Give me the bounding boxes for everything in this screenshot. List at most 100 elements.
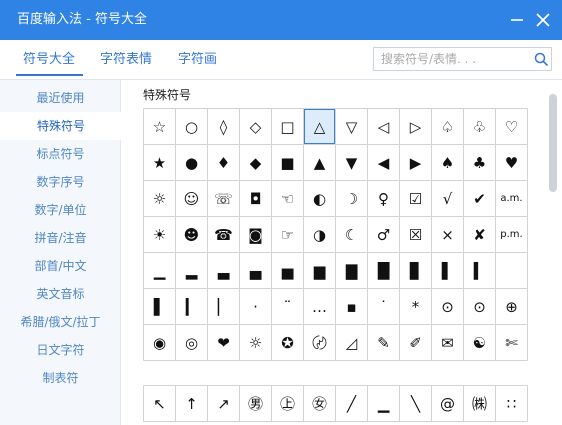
symbol-cell[interactable]: × (432, 217, 463, 252)
tab-ascii-art[interactable]: 字符画 (178, 51, 217, 69)
symbol-cell[interactable] (496, 253, 527, 288)
symbol-cell[interactable]: ◎ (176, 325, 207, 360)
symbol-cell[interactable]: △ (304, 109, 335, 144)
symbol-cell[interactable]: ■ (272, 145, 303, 180)
symbol-cell[interactable]: · (240, 289, 271, 324)
symbol-cell[interactable]: ↗ (208, 386, 239, 421)
search-icon[interactable] (534, 52, 549, 67)
symbol-cell[interactable]: ▲ (304, 145, 335, 180)
symbol-cell[interactable]: ⊙ (432, 289, 463, 324)
symbol-cell[interactable]: √ (432, 181, 463, 216)
scrollbar-thumb[interactable] (549, 94, 557, 192)
symbol-cell[interactable]: ▃ (208, 253, 239, 288)
symbol-cell[interactable]: … (304, 289, 335, 324)
tab-symbols[interactable]: 符号大全 (23, 51, 75, 69)
symbol-cell[interactable]: ◙ (240, 217, 271, 252)
symbol-cell[interactable]: ▷ (400, 109, 431, 144)
symbol-cell[interactable]: ▌ (432, 253, 463, 288)
symbol-cell[interactable]: ♤ (432, 109, 463, 144)
symbol-cell[interactable]: ˙ (368, 289, 399, 324)
symbol-cell[interactable]: ◁ (368, 109, 399, 144)
sidebar-item-greek[interactable]: 希腊/俄文/拉丁 (0, 308, 121, 336)
symbol-cell[interactable]: ◆ (240, 145, 271, 180)
symbol-cell[interactable]: ♠ (432, 145, 463, 180)
symbol-cell[interactable]: ▽ (336, 109, 367, 144)
symbol-cell[interactable]: ▼ (336, 145, 367, 180)
symbol-cell[interactable]: ☺ (176, 181, 207, 216)
symbol-cell[interactable]: ✄ (496, 325, 527, 360)
symbol-cell[interactable]: ㊚ (240, 386, 271, 421)
symbol-cell[interactable]: ㊛ (304, 386, 335, 421)
symbol-cell[interactable]: ☎ (208, 217, 239, 252)
symbol-cell[interactable]: ㈱ (464, 386, 495, 421)
sidebar-item-japanese[interactable]: 日文字符 (0, 336, 121, 364)
symbol-cell[interactable]: ♀ (368, 181, 399, 216)
symbol-cell[interactable]: ↑ (176, 386, 207, 421)
symbol-cell[interactable]: ☆ (144, 109, 175, 144)
symbol-cell[interactable]: ◀ (368, 145, 399, 180)
symbol-cell[interactable]: ▇ (336, 253, 367, 288)
symbol-cell[interactable]: ✪ (272, 325, 303, 360)
symbol-cell[interactable]: ▍ (464, 253, 495, 288)
symbol-cell[interactable]: ✎ (368, 325, 399, 360)
symbol-cell[interactable]: @ (432, 386, 463, 421)
symbol-cell[interactable]: ☑ (400, 181, 431, 216)
symbol-cell[interactable]: ☜ (272, 181, 303, 216)
symbol-cell[interactable]: ▆ (304, 253, 335, 288)
symbol-cell[interactable]: ▪ (336, 289, 367, 324)
symbol-cell[interactable]: ✘ (464, 217, 495, 252)
symbol-cell[interactable]: ▅ (272, 253, 303, 288)
symbol-cell[interactable]: ▶ (400, 145, 431, 180)
symbol-cell[interactable]: 〄 (304, 325, 335, 360)
symbol-cell[interactable]: ▊ (400, 253, 431, 288)
symbol-cell[interactable]: ✔ (464, 181, 495, 216)
sidebar-item-units[interactable]: 数字/单位 (0, 196, 121, 224)
symbol-cell[interactable]: ◿ (336, 325, 367, 360)
symbol-cell[interactable]: ▎ (176, 289, 207, 324)
symbol-cell[interactable]: ♂ (368, 217, 399, 252)
sidebar-item-phonetic[interactable]: 英文音标 (0, 280, 121, 308)
symbol-cell[interactable]: * (400, 289, 431, 324)
symbol-cell[interactable]: ♥ (496, 145, 527, 180)
symbol-cell[interactable]: ♦ (208, 145, 239, 180)
sidebar-item-pinyin[interactable]: 拼音/注音 (0, 224, 121, 252)
symbol-cell[interactable]: ▂ (176, 253, 207, 288)
symbol-cell[interactable]: a.m. (496, 181, 527, 216)
symbol-cell[interactable]: ▄ (240, 253, 271, 288)
symbol-cell[interactable]: ⊙ (464, 289, 495, 324)
symbol-cell[interactable]: ♣ (464, 145, 495, 180)
search-input[interactable] (381, 51, 531, 67)
symbol-cell[interactable]: ☀ (144, 217, 175, 252)
symbol-cell[interactable]: ◉ (144, 325, 175, 360)
symbol-cell[interactable]: ★ (144, 145, 175, 180)
symbol-cell[interactable]: ▌ (144, 289, 175, 324)
symbol-cell[interactable]: ❤ (208, 325, 239, 360)
symbol-cell[interactable]: ☻ (176, 217, 207, 252)
symbol-cell[interactable]: ⊕ (496, 289, 527, 324)
minimize-button[interactable] (503, 6, 531, 34)
symbol-cell[interactable]: ╱ (336, 386, 367, 421)
symbol-cell[interactable]: ◊ (208, 109, 239, 144)
symbol-cell[interactable]: ▁ (144, 253, 175, 288)
symbol-cell[interactable]: ✉ (432, 325, 463, 360)
symbol-cell[interactable]: ● (176, 145, 207, 180)
symbol-cell[interactable]: ↖ (144, 386, 175, 421)
symbol-cell[interactable]: ✐ (400, 325, 431, 360)
symbol-cell[interactable]: ☞ (272, 217, 303, 252)
symbol-cell[interactable]: ♡ (496, 109, 527, 144)
symbol-cell[interactable]: ◇ (240, 109, 271, 144)
symbol-cell[interactable]: ▁ (368, 386, 399, 421)
symbol-cell[interactable]: ☼ (240, 325, 271, 360)
symbol-cell[interactable]: ◘ (240, 181, 271, 216)
sidebar-item-box-drawing[interactable]: 制表符 (0, 364, 121, 392)
symbol-cell[interactable]: ◐ (304, 181, 335, 216)
sidebar-item-recent[interactable]: 最近使用 (0, 84, 121, 112)
symbol-cell[interactable]: ☒ (400, 217, 431, 252)
symbol-cell[interactable]: p.m. (496, 217, 527, 252)
symbol-cell[interactable]: ¨ (272, 289, 303, 324)
title-bar[interactable]: 百度输入法 - 符号大全 (0, 0, 562, 40)
symbol-cell[interactable]: ☯ (464, 325, 495, 360)
symbol-cell[interactable]: ○ (176, 109, 207, 144)
symbol-cell[interactable]: ☏ (208, 181, 239, 216)
symbol-cell[interactable]: ☽ (336, 181, 367, 216)
